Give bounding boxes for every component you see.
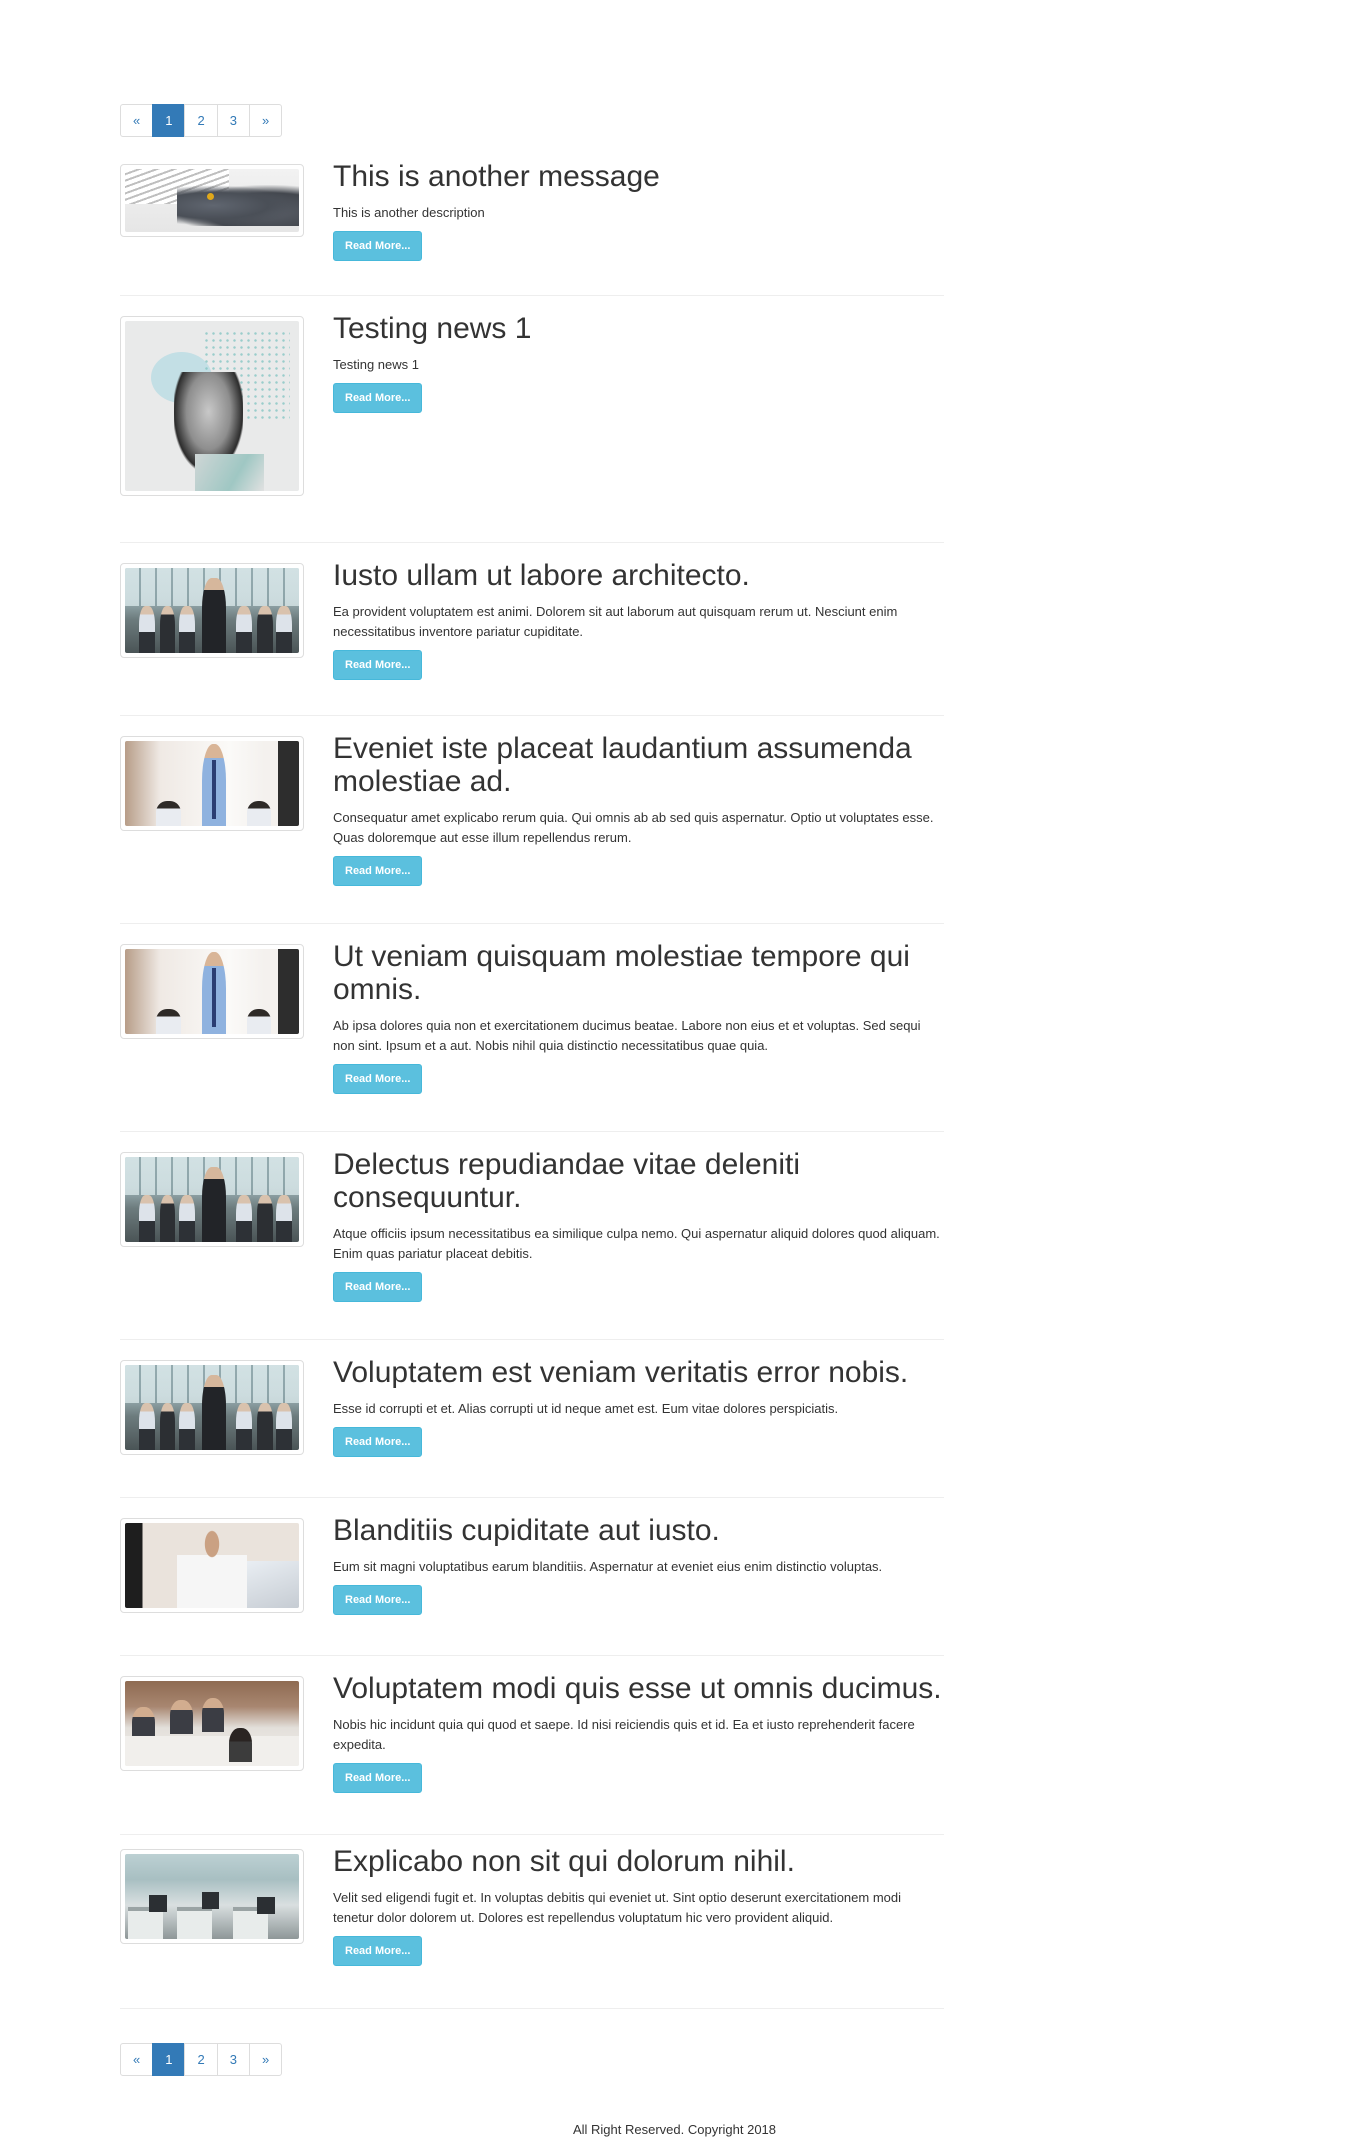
news-description: Velit sed eligendi fugit et. In voluptas… [333, 1890, 902, 1925]
news-thumbnail[interactable] [120, 1676, 304, 1771]
read-more-button[interactable]: Read More... [333, 383, 423, 413]
phone-call-photo [125, 1523, 299, 1608]
read-more-button[interactable]: Read More... [333, 1763, 423, 1793]
news-description: Esse id corrupti et et. Alias corrupti u… [333, 1401, 839, 1416]
news-title[interactable]: Voluptatem modi quis esse ut omnis ducim… [333, 1672, 944, 1705]
news-item: Iusto ullam ut labore architecto. Ea pro… [120, 559, 944, 716]
news-item: Delectus repudiandae vitae deleniti cons… [120, 1148, 944, 1340]
news-thumbnail[interactable] [120, 316, 304, 496]
news-title[interactable]: Delectus repudiandae vitae deleniti cons… [333, 1148, 944, 1214]
read-more-button[interactable]: Read More... [333, 1064, 423, 1094]
news-title[interactable]: Voluptatem est veniam veritatis error no… [333, 1356, 944, 1389]
news-item: Testing news 1 Testing news 1 Read More.… [120, 312, 944, 543]
news-thumbnail[interactable] [120, 1152, 304, 1247]
cat-photo [125, 169, 299, 232]
news-description: Ea provident voluptatem est animi. Dolor… [333, 604, 898, 639]
news-title[interactable]: Eveniet iste placeat laudantium assumend… [333, 732, 944, 798]
read-more-button[interactable]: Read More... [333, 650, 423, 680]
read-more-button[interactable]: Read More... [333, 1936, 423, 1966]
news-item: Explicabo non sit qui dolorum nihil. Vel… [120, 1845, 944, 2009]
news-item: Eveniet iste placeat laudantium assumend… [120, 732, 944, 924]
news-thumbnail[interactable] [120, 736, 304, 831]
pagination-page-3[interactable]: 3 [216, 104, 250, 137]
news-item: Voluptatem est veniam veritatis error no… [120, 1356, 944, 1498]
news-thumbnail[interactable] [120, 164, 304, 237]
news-title[interactable]: Iusto ullam ut labore architecto. [333, 559, 944, 592]
news-thumbnail[interactable] [120, 1360, 304, 1455]
pagination-page-3[interactable]: 3 [216, 2043, 250, 2076]
news-thumbnail[interactable] [120, 563, 304, 658]
presenter-photo [125, 741, 299, 826]
news-title[interactable]: This is another message [333, 160, 944, 193]
news-description: Testing news 1 [333, 357, 419, 372]
pagination-next-link[interactable]: » [248, 104, 283, 137]
news-description: Atque officiis ipsum necessitatibus ea s… [333, 1226, 940, 1261]
news-description: Ab ipsa dolores quia non et exercitation… [333, 1018, 921, 1053]
read-more-button[interactable]: Read More... [333, 1585, 423, 1615]
news-description: This is another description [333, 205, 485, 220]
news-thumbnail[interactable] [120, 1518, 304, 1613]
pagination-prev-link[interactable]: « [120, 104, 154, 137]
news-item: Blanditiis cupiditate aut iusto. Eum sit… [120, 1514, 944, 1656]
news-title[interactable]: Ut veniam quisquam molestiae tempore qui… [333, 940, 944, 1006]
news-title[interactable]: Explicabo non sit qui dolorum nihil. [333, 1845, 944, 1878]
office-team-photo [125, 1365, 299, 1450]
news-item: This is another message This is another … [120, 160, 944, 296]
pagination-page-1[interactable]: 1 [152, 2043, 186, 2076]
pagination-bottom: « 1 2 3 » [120, 2043, 283, 2076]
pagination-top: « 1 2 3 » [120, 104, 283, 137]
office-team-photo [125, 568, 299, 653]
read-more-button[interactable]: Read More... [333, 1272, 423, 1302]
read-more-button[interactable]: Read More... [333, 1427, 423, 1457]
read-more-button[interactable]: Read More... [333, 856, 423, 886]
pagination-page-1[interactable]: 1 [152, 104, 186, 137]
open-office-photo [125, 1854, 299, 1939]
news-item: Ut veniam quisquam molestiae tempore qui… [120, 940, 944, 1132]
news-thumbnail[interactable] [120, 1849, 304, 1944]
presenter-photo [125, 949, 299, 1034]
pagination-page-2[interactable]: 2 [184, 2043, 218, 2076]
pagination-page-2[interactable]: 2 [184, 104, 218, 137]
pagination-next-link[interactable]: » [248, 2043, 283, 2076]
news-description: Consequatur amet explicabo rerum quia. Q… [333, 810, 934, 845]
abstract-portrait-art [125, 321, 299, 491]
news-title[interactable]: Blanditiis cupiditate aut iusto. [333, 1514, 944, 1547]
read-more-button[interactable]: Read More... [333, 231, 423, 261]
news-thumbnail[interactable] [120, 944, 304, 1039]
office-team-photo [125, 1157, 299, 1242]
news-description: Eum sit magni voluptatibus earum blandit… [333, 1559, 883, 1574]
footer-copyright: All Right Reserved. Copyright 2018 [572, 2122, 777, 2137]
news-description: Nobis hic incidunt quia qui quod et saep… [333, 1717, 915, 1752]
news-item: Voluptatem modi quis esse ut omnis ducim… [120, 1672, 944, 1835]
meeting-photo [125, 1681, 299, 1766]
news-title[interactable]: Testing news 1 [333, 312, 944, 345]
pagination-prev-link[interactable]: « [120, 2043, 154, 2076]
